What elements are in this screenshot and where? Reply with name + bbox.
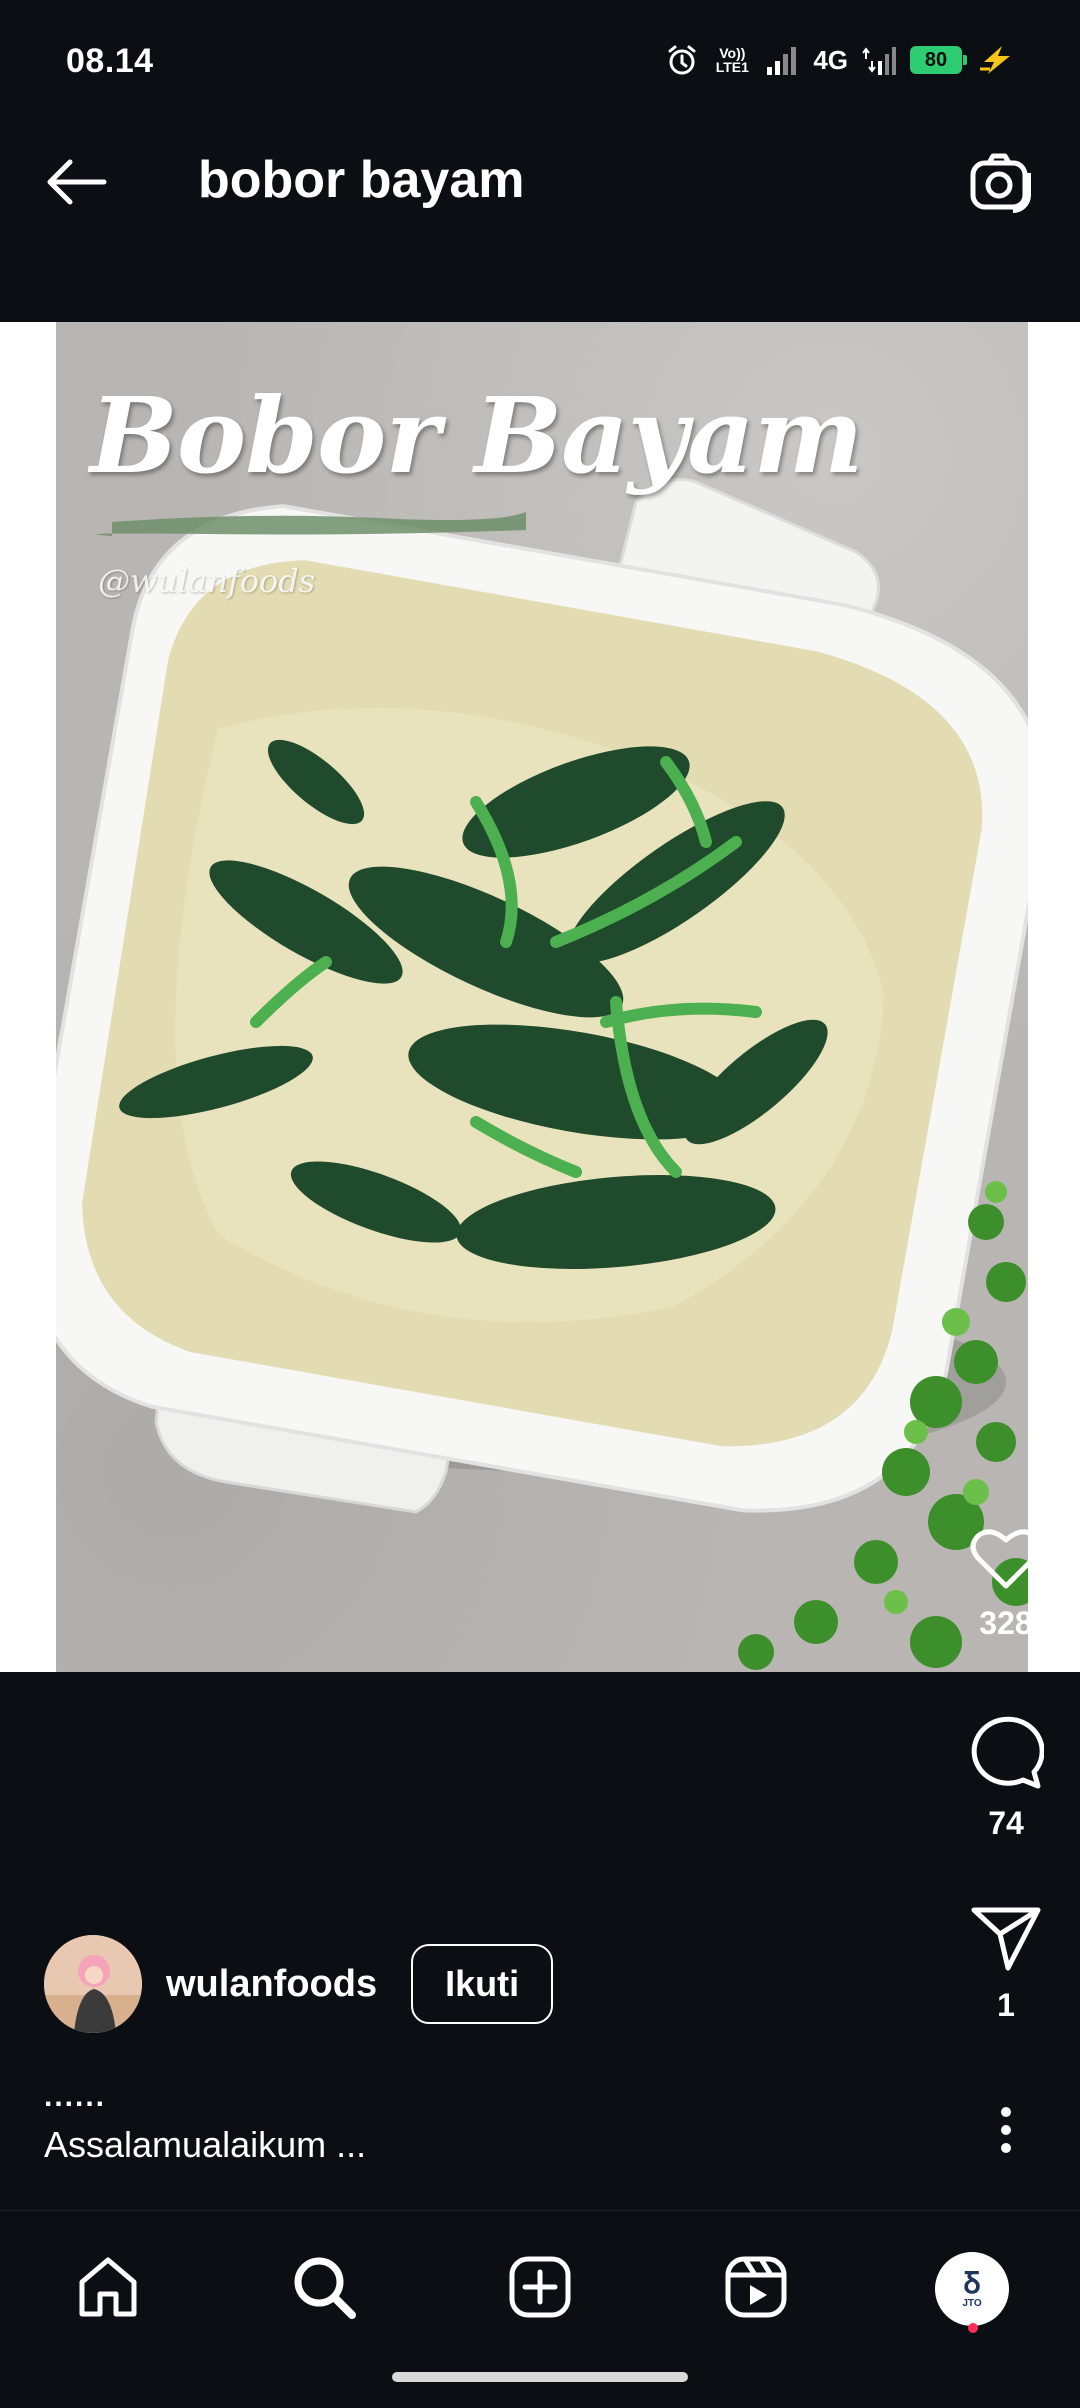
more-options-button[interactable] [978, 2104, 1034, 2160]
signal-icon [862, 45, 896, 75]
share-count: 1 [997, 1987, 1015, 2023]
nav-reels[interactable] [708, 2241, 804, 2337]
share-button[interactable] [970, 1904, 1042, 1977]
nav-search[interactable] [276, 2241, 372, 2337]
battery-icon: 80 [910, 46, 967, 74]
profile-logo-mark: Ᵹ [963, 2266, 981, 2300]
create-icon [509, 2256, 571, 2323]
comment-icon [968, 1716, 1045, 1794]
follow-button[interactable]: Ikuti [411, 1944, 554, 2024]
more-vertical-icon [1000, 2106, 1012, 2159]
food-photo [56, 478, 1028, 1670]
profile-logo-text: JTO [962, 2297, 982, 2309]
charging-icon [976, 45, 1016, 75]
status-time: 08.14 [66, 42, 154, 80]
home-indicator[interactable] [392, 2372, 688, 2382]
page-title: bobor bayam [198, 151, 525, 209]
alarm-icon [665, 43, 699, 77]
nav-home[interactable] [60, 2241, 156, 2337]
comment-button[interactable] [968, 1714, 1045, 1795]
image-watermark: @wulanfoods [98, 562, 316, 600]
avatar-image [44, 1935, 142, 2033]
volte-icon: Vo)) LTE1 [715, 45, 749, 75]
reels-icon [725, 2256, 787, 2323]
network-type-label: 4G [813, 45, 848, 75]
caption-dots: ...... [44, 2080, 107, 2113]
post-media[interactable]: Bobor Bayam @wulanfoods [0, 322, 1080, 1672]
share-action: 1 [956, 1904, 1056, 2024]
caption-text[interactable]: Assalamualaikum ... [44, 2124, 366, 2166]
header: bobor bayam [0, 100, 1080, 322]
back-button[interactable] [40, 148, 112, 220]
comment-action: 74 [956, 1714, 1056, 1842]
arrow-left-icon [44, 158, 108, 211]
image-overlay-title: Bobor Bayam [90, 374, 864, 497]
send-icon [970, 1907, 1042, 1976]
comment-count: 74 [988, 1805, 1024, 1841]
post-image[interactable]: Bobor Bayam @wulanfoods [56, 322, 1028, 1672]
profile-avatar: Ᵹ JTO [935, 2252, 1009, 2326]
status-icons: Vo)) LTE1 4G 80 [665, 40, 1016, 80]
author-username[interactable]: wulanfoods [166, 1963, 377, 2006]
nav-create[interactable] [492, 2241, 588, 2337]
like-count: 328 [979, 1605, 1033, 1641]
heart-icon [970, 1529, 1042, 1594]
camera-button[interactable] [960, 144, 1040, 224]
like-action: 328 [956, 1526, 1056, 1642]
status-bar: 08.14 Vo)) LTE1 4G 80 [0, 0, 1080, 100]
signal-icon [765, 45, 799, 75]
search-icon [292, 2255, 356, 2324]
camera-icon [967, 151, 1033, 218]
notification-dot [968, 2323, 978, 2333]
home-icon [76, 2256, 140, 2323]
author-row: wulanfoods Ikuti [44, 1934, 554, 2034]
like-button[interactable] [970, 1526, 1042, 1595]
author-avatar[interactable] [44, 1935, 142, 2033]
